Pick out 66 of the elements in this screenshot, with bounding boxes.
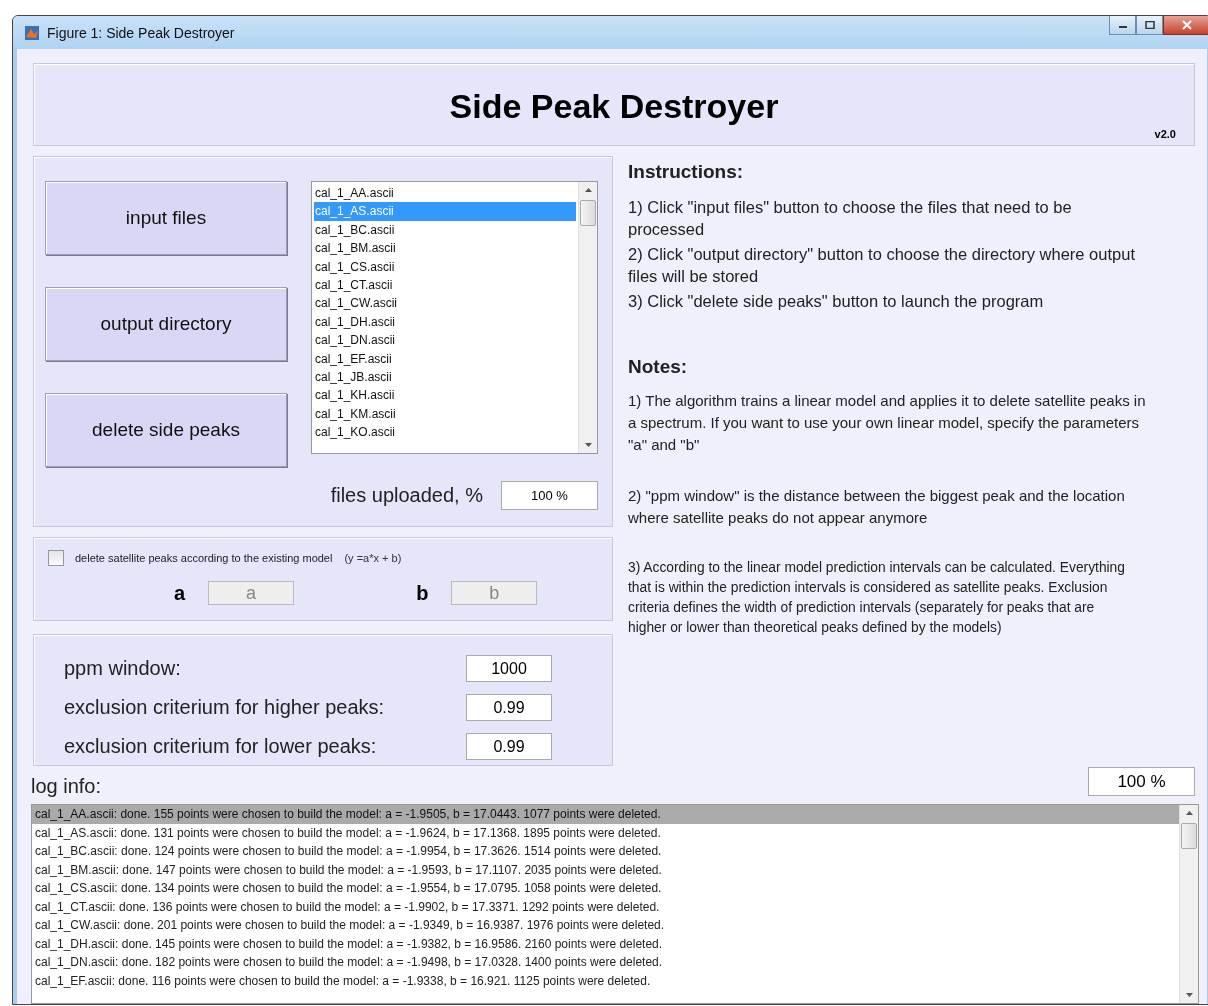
note-text: 3) According to the linear model prediction intervals can be calculated. Everything that is within the prediction intervals is considered as satellite peaks. Exclusion criteria defines the width of prediction intervals (separately for peaks that are higher or lower than theoretical peaks defined by the models) — [628, 559, 1126, 637]
action-button[interactable]: input files — [45, 181, 287, 255]
checkbox-label: delete satellite peaks according to the existing model — [75, 552, 333, 564]
action-button[interactable]: delete side peaks — [45, 393, 287, 467]
setting-field[interactable]: 0.99 — [466, 694, 552, 721]
maximize-button[interactable] — [1136, 16, 1163, 35]
file-list-item[interactable]: cal_1_BC.ascii — [314, 220, 576, 240]
note-text: 1) The algorithm trains a linear model and applies it to delete satellite peaks in a spectrum. If you want to use your own linear model, specify the parameters "a" and "b" — [628, 391, 1147, 455]
minimize-button[interactable] — [1109, 16, 1136, 35]
app-icon — [25, 25, 39, 40]
note-text: 2) "ppm window" is the distance between the biggest peak and the location where satellite peaks do not appear anymore — [628, 486, 1126, 528]
setting-field[interactable]: 1000 — [466, 655, 552, 682]
file-list-item[interactable]: cal_1_CS.ascii — [314, 257, 576, 276]
instructions-heading: Instructions: — [628, 161, 745, 183]
scrollbar[interactable] — [1179, 805, 1198, 1003]
scrollbar[interactable] — [578, 182, 597, 453]
file-list-item[interactable]: cal_1_CW.ascii — [314, 294, 576, 313]
action-button[interactable]: output directory — [45, 287, 287, 361]
log-row[interactable]: cal_1_BC.ascii: done. 124 points were chosen to build the model: a = -1.9954, b = 17.3626. 1514 points were deleted. — [32, 842, 1179, 861]
file-list-item[interactable]: cal_1_KO.ascii — [314, 423, 576, 442]
log-row[interactable]: cal_1_DH.ascii: done. 145 points were chosen to build the model: a = -1.9382, b = 16.9586. 2160 points were deleted. — [32, 934, 1179, 953]
setting-label: exclusion criterium for lower peaks: — [64, 735, 378, 758]
model-checkbox[interactable] — [48, 550, 64, 566]
files-uploaded-value: 100 % — [501, 481, 598, 510]
close-button[interactable] — [1163, 16, 1208, 35]
app-heading: Side Peak Destroyer — [449, 87, 779, 126]
scroll-thumb[interactable] — [580, 200, 596, 226]
log-row[interactable]: cal_1_EF.ascii: done. 116 points were chosen to build the model: a = -1.9338, b = 16.921. 1125 points were deleted. — [32, 971, 1179, 990]
setting-label: ppm window: — [64, 657, 182, 680]
instruction-text: 3) Click "delete side peaks" button to launch the program — [628, 291, 1045, 312]
formula-label: (y =a*x + b) — [344, 552, 402, 564]
log-row[interactable]: cal_1_BM.ascii: done. 147 points were chosen to build the model: a = -1.9593, b = 17.1107. 2035 points were deleted. — [32, 860, 1179, 879]
close-icon — [1181, 20, 1193, 30]
instruction-text: 1) Click "input files" button to choose the files that need to be processed — [628, 197, 1073, 240]
version-label: v2.0 — [1154, 128, 1176, 140]
file-list-item[interactable]: cal_1_DN.ascii — [314, 331, 576, 350]
setting-label: exclusion criterium for higher peaks: — [64, 696, 386, 719]
notes-heading: Notes: — [628, 356, 689, 378]
scroll-down-icon[interactable] — [584, 443, 592, 447]
file-list-item[interactable]: cal_1_BM.ascii — [314, 239, 576, 258]
file-list-item[interactable]: cal_1_EF.ascii — [314, 349, 576, 368]
log-row[interactable]: cal_1_DN.ascii: done. 182 points were chosen to build the model: a = -1.9498, b = 17.0328. 1400 points were deleted. — [32, 953, 1179, 972]
scroll-up-icon[interactable] — [1185, 811, 1193, 815]
log-row[interactable]: cal_1_CT.ascii: done. 136 points were chosen to build the model: a = -1.9902, b = 17.3371. 1292 points were deleted. — [32, 897, 1179, 916]
parameter-label: a — [174, 581, 186, 605]
setting-field[interactable]: 0.99 — [466, 733, 552, 760]
scroll-up-icon[interactable] — [584, 188, 592, 192]
log-row[interactable]: cal_1_CS.ascii: done. 134 points were chosen to build the model: a = -1.9554, b = 17.0795. 1058 points were deleted. — [32, 879, 1179, 898]
file-list-item[interactable]: cal_1_KH.ascii — [314, 386, 576, 405]
file-list-item[interactable]: cal_1_JB.ascii — [314, 367, 576, 387]
files-uploaded-label: files uploaded, % — [330, 484, 483, 507]
log-label: log info: — [31, 775, 102, 798]
scroll-down-icon[interactable] — [1185, 993, 1193, 997]
log-row[interactable]: cal_1_CW.ascii: done. 201 points were chosen to build the model: a = -1.9349, b = 16.9387. 1976 points were deleted. — [32, 916, 1179, 935]
log-progress-value: 100 % — [1088, 767, 1195, 796]
scroll-thumb[interactable] — [1181, 823, 1197, 849]
parameter-label: b — [416, 581, 429, 605]
instruction-text: 2) Click "output directory" button to choose the directory where output files will be stored — [628, 244, 1136, 287]
file-list-item[interactable]: cal_1_AA.ascii — [314, 184, 576, 203]
file-list-item[interactable]: cal_1_DH.ascii — [314, 312, 576, 332]
file-list-item[interactable]: cal_1_KM.ascii — [314, 404, 576, 424]
maximize-icon — [1144, 21, 1155, 29]
window-title: Figure 1: Side Peak Destroyer — [47, 24, 235, 41]
log-row[interactable]: cal_1_AS.ascii: done. 131 points were chosen to build the model: a = -1.9624, b = 17.1368. 1895 points were deleted. — [32, 823, 1179, 842]
log-row[interactable]: cal_1_AA.ascii: done. 155 points were chosen to build the model: a = -1.9505, b = 17.0443. 1077 points were deleted. — [32, 805, 1179, 824]
file-list-item[interactable]: cal_1_CT.ascii — [314, 275, 576, 295]
